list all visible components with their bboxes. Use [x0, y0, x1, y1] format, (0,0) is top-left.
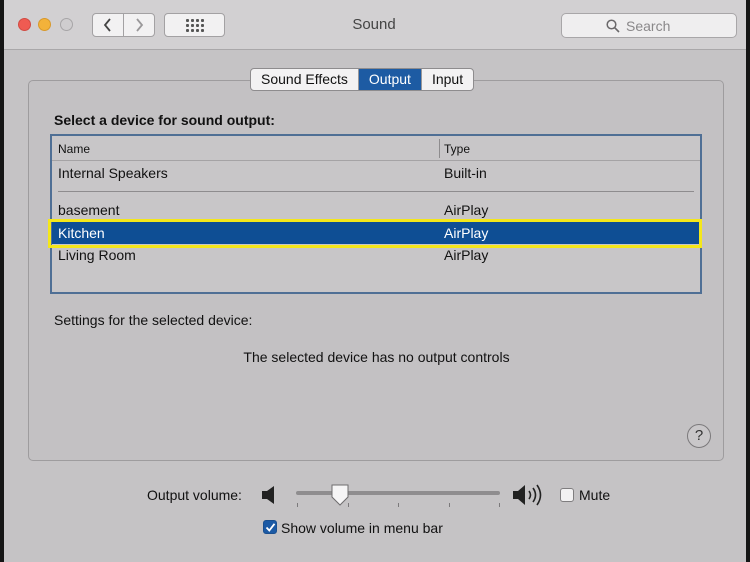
search-icon: [606, 19, 620, 33]
speaker-high-icon: [513, 484, 542, 506]
tab-output[interactable]: Output: [358, 69, 422, 90]
show-volume-checkbox[interactable]: [263, 520, 277, 534]
output-device-list[interactable]: Name Type Internal Speakers Built-in bas…: [50, 134, 702, 294]
show-volume-label[interactable]: Show volume in menu bar: [281, 520, 443, 536]
device-type: AirPlay: [444, 202, 489, 218]
device-row-basement[interactable]: basement AirPlay: [52, 199, 700, 221]
device-name: Kitchen: [58, 225, 105, 241]
device-row-kitchen[interactable]: Kitchen AirPlay: [52, 222, 700, 244]
speaker-low-icon: [262, 486, 274, 504]
column-header-name[interactable]: Name: [58, 142, 90, 156]
slider-tick: [297, 503, 298, 507]
output-volume-label: Output volume:: [147, 487, 242, 503]
tab-sound-effects[interactable]: Sound Effects: [251, 69, 359, 90]
search-field[interactable]: Search: [561, 13, 737, 38]
volume-slider-track[interactable]: [296, 491, 500, 495]
close-window-button[interactable]: [18, 18, 31, 31]
device-type: Built-in: [444, 165, 487, 181]
sound-preferences-window: Sound Search Sound Effects Output Input …: [0, 0, 750, 562]
volume-slider-thumb[interactable]: [330, 484, 350, 506]
mute-checkbox[interactable]: [560, 488, 574, 502]
device-name: basement: [58, 202, 120, 218]
slider-tick: [449, 503, 450, 507]
window-title: Sound: [352, 16, 396, 33]
help-button[interactable]: ?: [687, 424, 711, 448]
row-divider: [58, 191, 694, 192]
select-device-heading: Select a device for sound output:: [54, 112, 275, 128]
device-name: Living Room: [58, 247, 136, 263]
slider-tick: [499, 503, 500, 507]
slider-tick: [398, 503, 399, 507]
back-button[interactable]: [92, 13, 124, 37]
settings-heading: Settings for the selected device:: [54, 312, 253, 328]
grid-icon: [185, 18, 204, 32]
device-name: Internal Speakers: [58, 165, 168, 181]
no-output-controls-message: The selected device has no output contro…: [243, 349, 510, 365]
title-bar: Sound Search: [4, 0, 746, 50]
search-placeholder: Search: [626, 17, 671, 34]
tab-input[interactable]: Input: [422, 69, 473, 90]
list-header: Name Type: [52, 136, 700, 161]
chevron-left-icon: [103, 18, 111, 32]
forward-button[interactable]: [123, 13, 155, 37]
help-icon: ?: [694, 427, 704, 444]
mute-label[interactable]: Mute: [579, 487, 610, 503]
tab-bar: Sound Effects Output Input: [250, 68, 475, 91]
show-all-button[interactable]: [164, 13, 225, 37]
chevron-right-icon: [136, 18, 144, 32]
column-header-type[interactable]: Type: [444, 142, 470, 156]
column-divider[interactable]: [439, 139, 440, 158]
device-type: AirPlay: [444, 247, 489, 263]
device-type: AirPlay: [444, 225, 489, 241]
checkmark-icon: [265, 523, 276, 532]
minimize-window-button[interactable]: [38, 18, 51, 31]
zoom-window-button[interactable]: [60, 18, 73, 31]
device-row-living-room[interactable]: Living Room AirPlay: [52, 244, 700, 266]
device-row-internal-speakers[interactable]: Internal Speakers Built-in: [52, 162, 700, 184]
